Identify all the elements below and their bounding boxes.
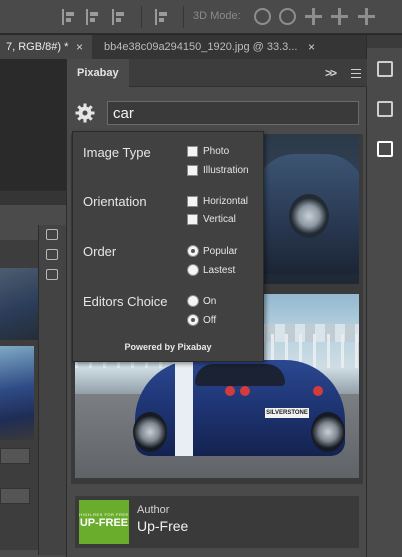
editors-choice-on-radio[interactable]: On — [187, 294, 216, 308]
option-label: Vertical — [203, 213, 236, 225]
distribute-left-icon[interactable] — [62, 9, 76, 25]
order-label: Order — [83, 244, 117, 259]
radio-button[interactable] — [187, 245, 199, 257]
gear-icon[interactable] — [75, 103, 95, 123]
orientation-label: Orientation — [83, 194, 147, 209]
toolbar-divider — [141, 6, 142, 28]
align-left-icon[interactable] — [8, 9, 22, 25]
document-tab-label: bb4e38c09a294150_1920.jpg @ 33.3... — [104, 41, 298, 53]
close-tab-icon[interactable]: × — [308, 35, 315, 59]
photo-checkbox[interactable]: Photo — [187, 144, 229, 158]
author-name[interactable]: Up-Free — [137, 518, 188, 534]
radio-button[interactable] — [187, 264, 199, 276]
filter-popup: Image Type Photo Illustration Orientatio… — [72, 131, 264, 362]
radio-button[interactable] — [187, 314, 199, 326]
history-icon[interactable] — [375, 59, 395, 79]
3d-orbit-icon[interactable] — [254, 8, 271, 25]
option-label: Illustration — [203, 164, 249, 176]
option-label: Horizontal — [203, 195, 249, 207]
checkbox-box[interactable] — [187, 195, 198, 207]
3d-slide-icon[interactable] — [331, 8, 348, 25]
radio-button[interactable] — [187, 295, 199, 307]
logo-text: UP-FREE — [79, 517, 129, 529]
3d-cube-icon[interactable] — [375, 99, 395, 119]
option-label: Photo — [203, 145, 230, 157]
panel-menu-icon[interactable] — [351, 69, 361, 78]
checkbox-box[interactable] — [187, 145, 198, 157]
illustration-checkbox[interactable]: Illustration — [187, 163, 249, 177]
lastest-radio[interactable]: Lastest — [187, 263, 235, 277]
distribute-center-icon[interactable] — [86, 9, 100, 25]
background-field — [0, 448, 30, 464]
right-dock — [366, 35, 402, 557]
checkbox-box[interactable] — [187, 213, 198, 225]
3d-roll-icon[interactable] — [279, 8, 296, 25]
option-label: On — [203, 295, 217, 307]
close-tab-icon[interactable]: × — [76, 35, 83, 59]
distribute-right-icon[interactable] — [112, 9, 126, 25]
document-tab-label: 7, RGB/8#) * — [6, 41, 69, 53]
dock-grip[interactable] — [367, 35, 402, 48]
3d-scale-icon[interactable] — [358, 8, 375, 25]
document-tabbar: 7, RGB/8#) * × bb4e38c09a294150_1920.jpg… — [0, 35, 366, 59]
license-plate: SILVERSTONE — [265, 408, 309, 418]
vertical-checkbox[interactable]: Vertical — [187, 212, 236, 226]
background-icon-column — [38, 225, 66, 555]
popular-radio[interactable]: Popular — [187, 244, 237, 258]
align-center-icon[interactable] — [30, 9, 44, 25]
logo-tagline: HIGH-RES FOR FREE — [79, 512, 129, 517]
option-label: Lastest — [203, 264, 236, 276]
auto-align-icon[interactable] — [155, 9, 169, 25]
panel-icon[interactable] — [46, 249, 58, 260]
image-type-label: Image Type — [83, 145, 151, 160]
horizontal-checkbox[interactable]: Horizontal — [187, 194, 248, 208]
option-label: Off — [203, 314, 217, 326]
panel-header: Pixabay >> — [67, 59, 367, 87]
3d-mode-label: 3D Mode: — [193, 10, 241, 22]
pixabay-camera-icon[interactable] — [375, 139, 395, 159]
camera-icon[interactable] — [46, 269, 58, 280]
collapse-panel-icon[interactable]: >> — [325, 66, 337, 80]
background-thumbnail — [0, 346, 34, 440]
author-label: Author — [137, 504, 170, 516]
checkbox-box[interactable] — [187, 164, 198, 176]
toolbar-divider — [183, 6, 184, 28]
3d-pan-icon[interactable] — [305, 8, 322, 25]
panel-icon[interactable] — [46, 229, 58, 240]
author-avatar: HIGH-RES FOR FREE UP-FREE — [79, 500, 129, 544]
panel-tab-pixabay[interactable]: Pixabay — [67, 59, 129, 87]
background-field — [0, 488, 30, 504]
editors-choice-off-radio[interactable]: Off — [187, 313, 216, 327]
document-tab[interactable]: bb4e38c09a294150_1920.jpg @ 33.3... — [98, 35, 306, 59]
editors-choice-label: Editors Choice — [83, 294, 168, 309]
options-bar: 3D Mode: — [0, 0, 402, 34]
search-input[interactable] — [107, 101, 359, 125]
option-label: Popular — [203, 245, 238, 257]
powered-by-text: Powered by Pixabay — [124, 342, 212, 352]
author-bar[interactable]: HIGH-RES FOR FREE UP-FREE Author Up-Free — [75, 496, 359, 548]
background-thumbnail — [0, 268, 38, 340]
